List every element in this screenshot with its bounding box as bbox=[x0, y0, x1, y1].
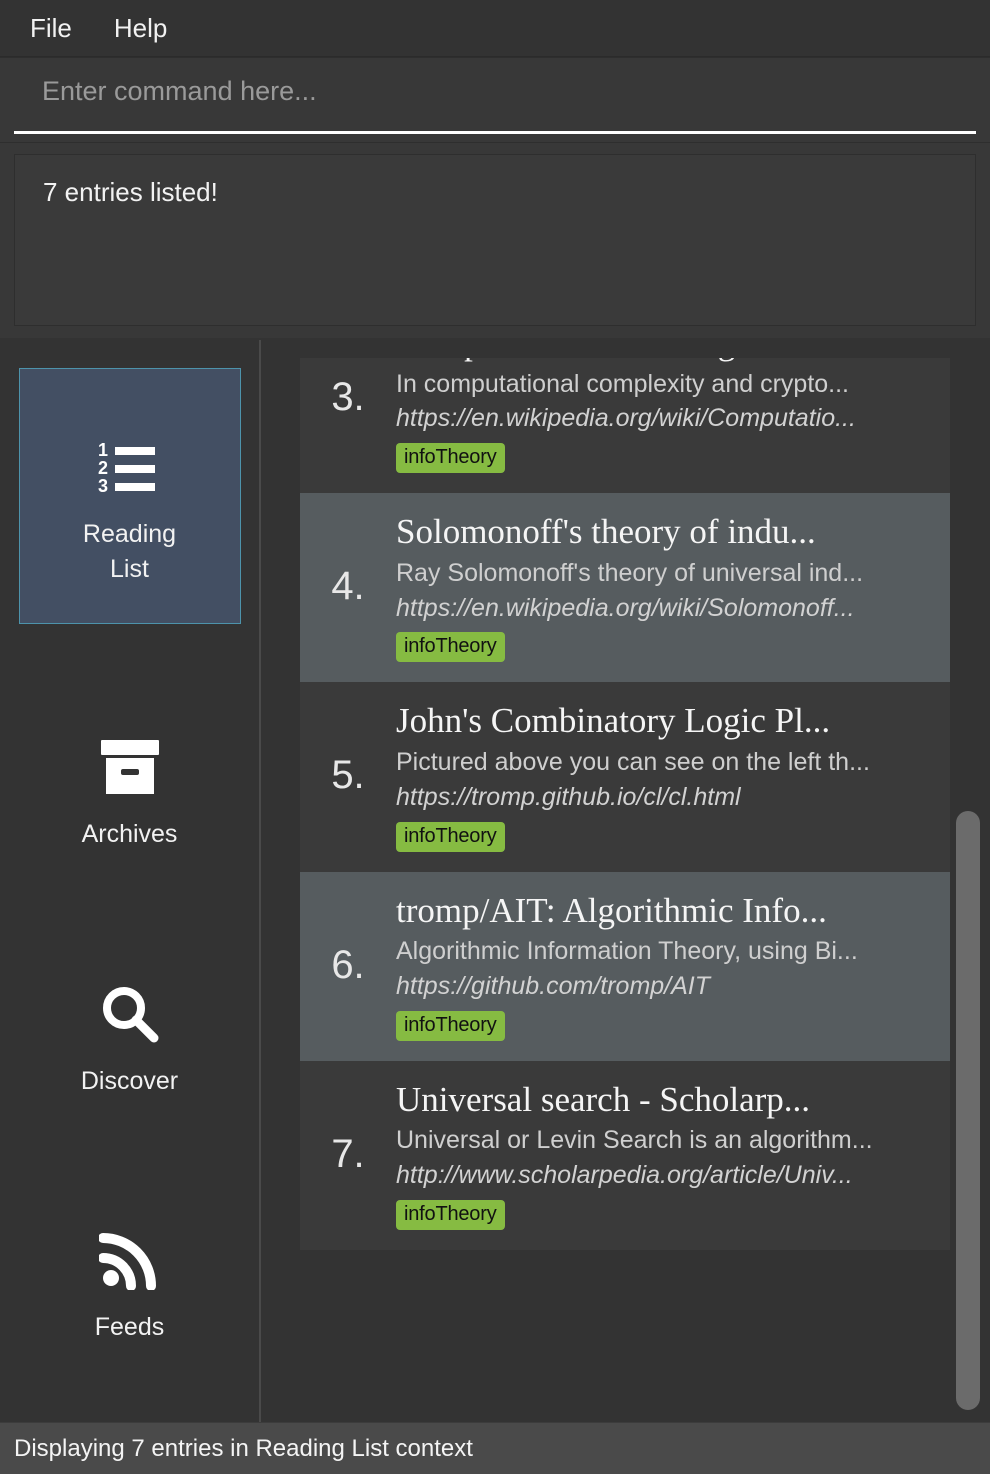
menu-bar: File Help bbox=[0, 0, 990, 57]
entry-list-pane: 3. Computational indistinguis... In comp… bbox=[261, 340, 990, 1422]
command-input[interactable] bbox=[14, 62, 976, 134]
entry-number: 3. bbox=[331, 375, 365, 420]
vertical-scrollbar[interactable] bbox=[956, 358, 980, 1410]
archive-box-icon bbox=[94, 731, 166, 803]
entry-tags: infoTheory bbox=[396, 443, 936, 474]
sidebar-item-label-discover: Discover bbox=[80, 1066, 179, 1095]
table-row[interactable]: 5. John's Combinatory Logic Pl... Pictur… bbox=[300, 682, 950, 872]
magnifier-icon bbox=[94, 978, 166, 1050]
entry-description: Algorithmic Information Theory, using Bi… bbox=[396, 937, 858, 966]
entry-tags: infoTheory bbox=[396, 1199, 936, 1230]
entry-title: Computational indistinguis... bbox=[396, 358, 936, 365]
sidebar-item-label-feeds: Feeds bbox=[94, 1313, 165, 1341]
entry-title: tromp/AIT: Algorithmic Info... bbox=[396, 890, 827, 930]
menu-item-file[interactable]: File bbox=[30, 15, 72, 41]
status-bar: Displaying 7 entries in Reading List con… bbox=[0, 1422, 990, 1474]
sidebar-item-discover[interactable]: Discover bbox=[19, 953, 241, 1118]
sidebar-item-reading-list[interactable]: 1 2 3 Reading List bbox=[18, 368, 241, 624]
command-bar bbox=[0, 57, 990, 143]
entry-list: 3. Computational indistinguis... In comp… bbox=[300, 358, 950, 1250]
entry-description: Universal or Levin Search is an algorith… bbox=[396, 1126, 873, 1155]
sidebar-item-label-reading-list: Reading List bbox=[82, 520, 177, 583]
entry-body: John's Combinatory Logic Pl... Pictured … bbox=[396, 700, 950, 852]
svg-text:2: 2 bbox=[98, 458, 108, 478]
entry-url: https://en.wikipedia.org/wiki/Solomonoff… bbox=[396, 593, 855, 622]
entry-tags: infoTheory bbox=[396, 821, 936, 852]
status-badge[interactable]: infoTheory bbox=[396, 632, 505, 663]
output-panel: 7 entries listed! bbox=[0, 143, 990, 338]
entry-number: 6. bbox=[331, 942, 365, 987]
entry-title: Solomonoff's theory of indu... bbox=[396, 512, 816, 552]
entry-list-viewport: 3. Computational indistinguis... In comp… bbox=[300, 358, 950, 1394]
rss-feed-icon bbox=[94, 1224, 166, 1296]
entry-description: In computational complexity and crypto..… bbox=[396, 369, 850, 398]
table-row[interactable]: 4. Solomonoff's theory of indu... Ray So… bbox=[300, 493, 950, 683]
entry-url: http://www.scholarpedia.org/article/Univ… bbox=[396, 1161, 853, 1190]
entry-title: John's Combinatory Logic Pl... bbox=[396, 701, 831, 741]
entry-body: Universal search - Scholarp... Universal… bbox=[396, 1079, 950, 1230]
entry-url: https://github.com/tromp/AIT bbox=[396, 972, 711, 1000]
entry-title: Universal search - Scholarp... bbox=[396, 1079, 811, 1119]
entry-url: https://tromp.github.io/cl/cl.html bbox=[396, 782, 741, 811]
svg-text:1: 1 bbox=[98, 440, 108, 460]
sidebar-item-label-archives: Archives bbox=[81, 820, 178, 848]
scrollbar-thumb[interactable] bbox=[956, 811, 980, 1410]
status-badge[interactable]: infoTheory bbox=[396, 1010, 505, 1041]
status-badge[interactable]: infoTheory bbox=[396, 443, 505, 474]
sidebar-item-feeds[interactable]: Feeds bbox=[19, 1199, 241, 1364]
numbered-list-icon: 1 2 3 bbox=[94, 431, 166, 503]
table-row[interactable]: 6. tromp/AIT: Algorithmic Info... Algori… bbox=[300, 871, 950, 1061]
entry-body: Solomonoff's theory of indu... Ray Solom… bbox=[396, 511, 950, 663]
entry-url: https://en.wikipedia.org/wiki/Computatio… bbox=[396, 404, 856, 433]
entry-description: Ray Solomonoff's theory of universal ind… bbox=[396, 558, 864, 587]
entry-body: Computational indistinguis... In computa… bbox=[396, 358, 950, 474]
status-bar-text: Displaying 7 entries in Reading List con… bbox=[14, 1434, 473, 1462]
entry-tags: infoTheory bbox=[396, 1010, 936, 1041]
output-text: 7 entries listed! bbox=[14, 154, 976, 326]
table-row[interactable]: 3. Computational indistinguis... In comp… bbox=[300, 358, 950, 494]
entry-number: 4. bbox=[331, 564, 365, 609]
entry-number: 5. bbox=[331, 753, 365, 798]
entry-tags: infoTheory bbox=[396, 632, 936, 663]
table-row[interactable]: 7. Universal search - Scholarp... Univer… bbox=[300, 1060, 950, 1250]
svg-text:3: 3 bbox=[98, 476, 108, 494]
sidebar-item-archives[interactable]: Archives bbox=[19, 706, 241, 871]
entry-description: Pictured above you can see on the left t… bbox=[396, 748, 870, 777]
entry-body: tromp/AIT: Algorithmic Info... Algorithm… bbox=[396, 890, 950, 1041]
main-split: 1 2 3 Reading List Archives Discover Fee… bbox=[0, 340, 990, 1422]
entry-number: 7. bbox=[331, 1131, 365, 1176]
status-badge[interactable]: infoTheory bbox=[396, 1199, 505, 1230]
menu-item-help[interactable]: Help bbox=[114, 15, 167, 41]
sidebar: 1 2 3 Reading List Archives Discover Fee… bbox=[0, 340, 261, 1422]
status-badge[interactable]: infoTheory bbox=[396, 821, 505, 852]
